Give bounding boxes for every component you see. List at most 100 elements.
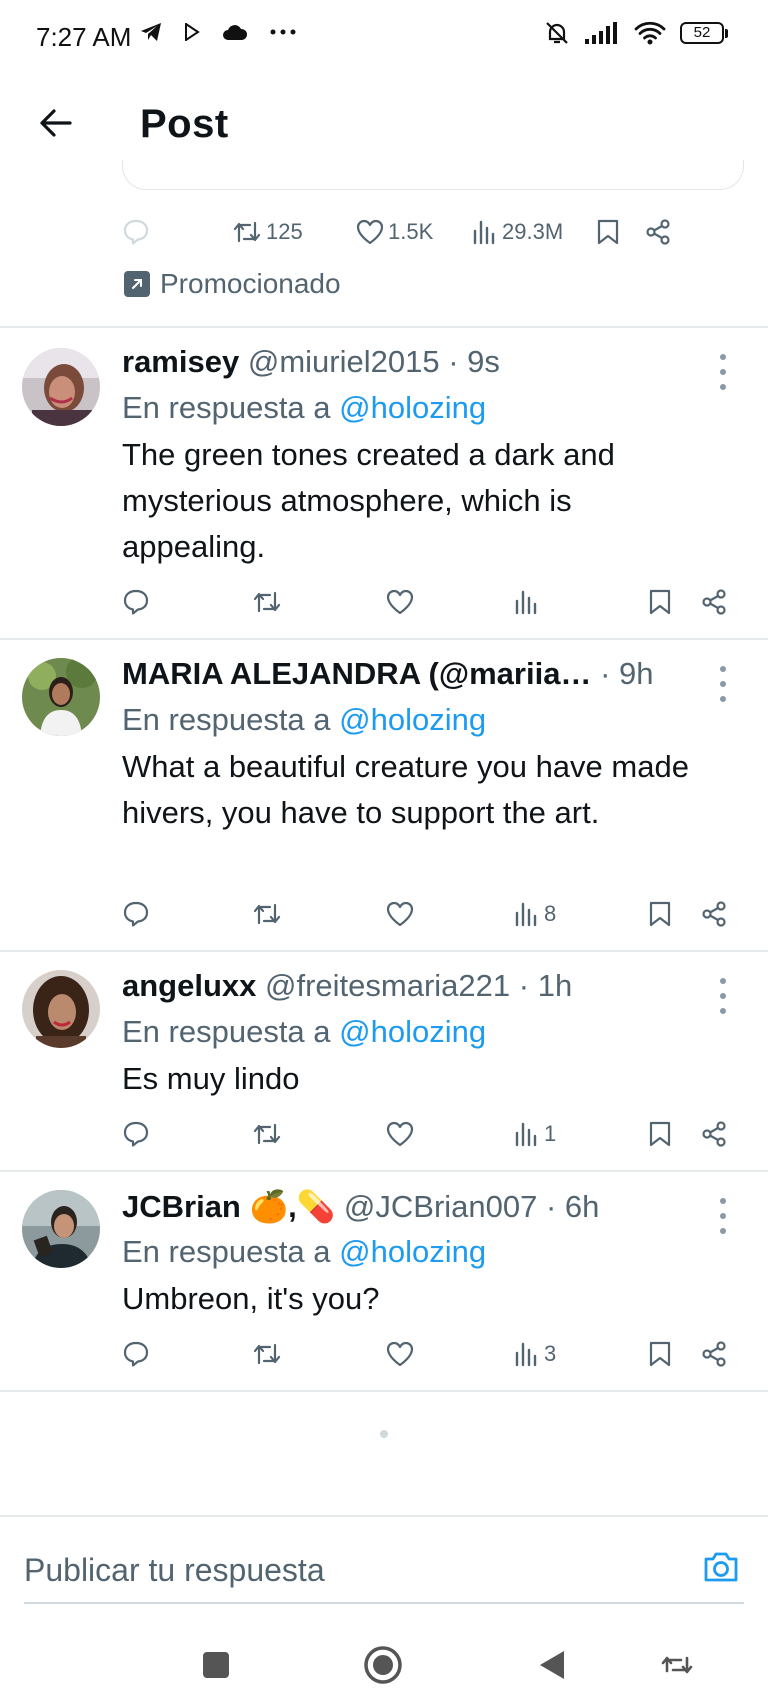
share-button[interactable]: [700, 582, 728, 622]
bookmark-button[interactable]: [648, 1334, 672, 1374]
tweet-action-bar: 8: [122, 894, 742, 934]
like-count: 1.5K: [388, 219, 434, 244]
avatar[interactable]: [22, 970, 100, 1048]
more-options-icon[interactable]: [718, 666, 728, 702]
retweet-button[interactable]: [252, 1114, 282, 1154]
divider: [0, 638, 768, 640]
triangle-back-icon: [540, 1651, 564, 1679]
tweet-action-bar: 1: [122, 1114, 742, 1154]
reply-prefix: En respuesta a: [122, 1234, 331, 1269]
user-handle[interactable]: @freitesmaria221: [265, 968, 510, 1003]
avatar[interactable]: [22, 1190, 100, 1268]
share-icon: [646, 219, 670, 245]
views-button[interactable]: 3: [514, 1334, 556, 1374]
cloud-icon: [223, 25, 248, 40]
divider: [0, 326, 768, 328]
avatar[interactable]: [22, 348, 100, 426]
tweet-time: · 9s: [448, 344, 500, 379]
tweet-text: Umbreon, it's you?: [122, 1281, 380, 1316]
display-name[interactable]: MARIA ALEJANDRA (@mariia…: [122, 656, 591, 691]
comment-icon: [123, 901, 149, 927]
user-handle[interactable]: @JCBrian007: [344, 1189, 537, 1224]
page-title: Post: [140, 102, 229, 146]
share-button[interactable]: [700, 1334, 728, 1374]
retweet-icon: [233, 221, 261, 243]
more-options-icon[interactable]: [718, 354, 728, 390]
home-button[interactable]: [358, 1640, 408, 1690]
reply-input[interactable]: [24, 1540, 664, 1600]
tweet-text: Es muy lindo: [122, 1061, 300, 1096]
share-icon: [702, 901, 726, 927]
system-icons: 52: [544, 20, 728, 46]
bookmark-icon: [649, 1121, 671, 1147]
reply-button[interactable]: [122, 582, 150, 622]
back-button[interactable]: [30, 98, 80, 148]
share-button[interactable]: [644, 212, 672, 252]
recents-button[interactable]: [191, 1640, 241, 1690]
divider: [0, 1170, 768, 1172]
views-button[interactable]: 29.3M: [472, 212, 563, 252]
comment-icon: [123, 589, 149, 615]
heart-icon: [386, 1341, 414, 1367]
analytics-icon: [473, 220, 495, 245]
bookmark-button[interactable]: [648, 1114, 672, 1154]
retweet-button[interactable]: [252, 1334, 282, 1374]
reply-button[interactable]: [122, 212, 150, 252]
reply-button[interactable]: [122, 1114, 150, 1154]
like-button[interactable]: [386, 582, 414, 622]
views-button[interactable]: [514, 582, 544, 622]
retweet-button[interactable]: [252, 582, 282, 622]
display-name[interactable]: angeluxx: [122, 968, 256, 1003]
mention-link[interactable]: @holozing: [339, 702, 486, 737]
reply-button[interactable]: [122, 1334, 150, 1374]
more-options-icon[interactable]: [718, 978, 728, 1014]
like-button[interactable]: [386, 1114, 414, 1154]
system-navigation-bar: [0, 1620, 768, 1707]
back-nav-button[interactable]: [527, 1640, 577, 1690]
views-button[interactable]: 8: [514, 894, 556, 934]
composer-underline: [24, 1602, 744, 1604]
reply-context: En respuesta a @holozing: [122, 702, 486, 738]
reply-button[interactable]: [122, 894, 150, 934]
comment-icon: [123, 1121, 149, 1147]
circle-icon: [364, 1646, 402, 1684]
more-notifications-icon: [270, 29, 296, 35]
promoted-text: Promocionado: [160, 268, 341, 299]
camera-button[interactable]: [698, 1544, 744, 1590]
avatar[interactable]: [22, 658, 100, 736]
bookmark-button[interactable]: [648, 582, 672, 622]
views-button[interactable]: 1: [514, 1114, 556, 1154]
retweet-icon: [253, 903, 281, 925]
like-button[interactable]: [386, 1334, 414, 1374]
more-options-icon[interactable]: [718, 1198, 728, 1234]
reply-prefix: En respuesta a: [122, 390, 331, 425]
share-button[interactable]: [700, 1114, 728, 1154]
notification-icons: [140, 22, 296, 42]
share-button[interactable]: [700, 894, 728, 934]
analytics-icon: [515, 1342, 537, 1367]
user-handle[interactable]: @miuriel2015: [248, 344, 440, 379]
divider: [0, 1390, 768, 1392]
share-icon: [702, 1341, 726, 1367]
like-button[interactable]: 1.5K: [356, 212, 433, 252]
camera-icon: [704, 1552, 738, 1582]
display-name[interactable]: ramisey: [122, 344, 239, 379]
status-bar: 7:27 AM 52: [0, 0, 768, 72]
mention-link[interactable]: @holozing: [339, 1014, 486, 1049]
tweet-action-bar: [122, 582, 742, 622]
bookmark-button[interactable]: [596, 212, 620, 252]
display-name[interactable]: JCBrian 🍊,💊: [122, 1189, 335, 1224]
bookmark-button[interactable]: [648, 894, 672, 934]
divider: [0, 950, 768, 952]
status-time: 7:27 AM: [36, 22, 132, 52]
analytics-icon: [515, 590, 537, 615]
heart-icon: [386, 589, 414, 615]
retweet-button[interactable]: [252, 894, 282, 934]
like-button[interactable]: [386, 894, 414, 934]
rotate-button[interactable]: [652, 1640, 702, 1690]
reply-prefix: En respuesta a: [122, 702, 331, 737]
embedded-media-card[interactable]: [122, 160, 744, 190]
retweet-button[interactable]: 125: [232, 212, 303, 252]
mention-link[interactable]: @holozing: [339, 390, 486, 425]
mention-link[interactable]: @holozing: [339, 1234, 486, 1269]
